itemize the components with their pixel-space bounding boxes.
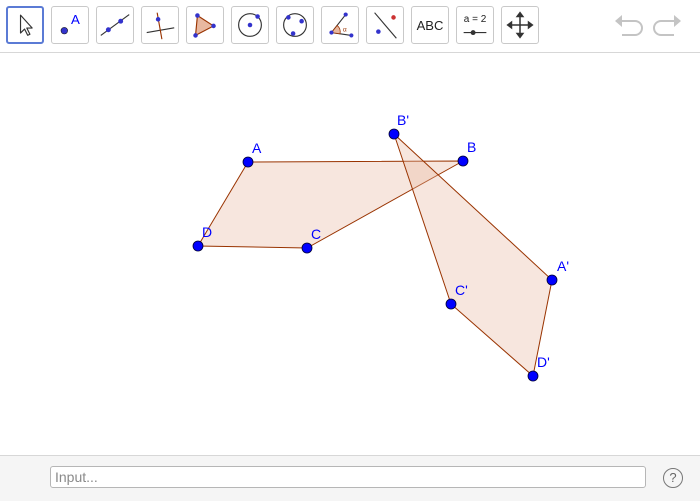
undo-icon[interactable] — [612, 12, 646, 40]
point-a[interactable] — [242, 156, 254, 168]
angle-tool[interactable]: α — [321, 6, 359, 44]
polygon-reflected[interactable] — [393, 133, 553, 377]
circle-center-point-tool[interactable] — [231, 6, 269, 44]
point-a-prime[interactable] — [546, 274, 558, 286]
polygon-tool[interactable] — [186, 6, 224, 44]
redo-icon[interactable] — [650, 12, 684, 40]
move-tool[interactable] — [6, 6, 44, 44]
polygon-icon — [193, 13, 216, 38]
reflect-about-line-tool[interactable] — [366, 6, 404, 44]
circle-three-points-icon — [283, 13, 307, 37]
svg-text:α: α — [343, 27, 347, 34]
label-c-prime: C' — [455, 282, 468, 298]
move-graphics-view-tool[interactable] — [501, 6, 539, 44]
slider-tool[interactable]: a = 2 — [456, 6, 494, 44]
input-field[interactable] — [50, 466, 646, 488]
move-arrows-icon — [506, 11, 534, 39]
point-b-prime[interactable] — [388, 128, 400, 140]
label-b: B — [467, 139, 476, 155]
circle-three-points-tool[interactable] — [276, 6, 314, 44]
text-icon: ABC — [416, 18, 444, 33]
line-tool[interactable] — [96, 6, 134, 44]
perpendicular-line-tool[interactable] — [141, 6, 179, 44]
point-d[interactable] — [192, 240, 204, 252]
point-c[interactable] — [301, 242, 313, 254]
point-b[interactable] — [457, 155, 469, 167]
reflect-line-icon — [374, 12, 397, 39]
label-a-prime: A' — [557, 258, 569, 274]
label-d-prime: D' — [537, 354, 550, 370]
label-a: A — [252, 140, 262, 156]
label-c: C — [311, 226, 321, 242]
help-icon[interactable]: ? — [663, 468, 683, 488]
point-tool-label: A — [71, 12, 80, 27]
toolbar: A α ABC a = 2 — [0, 0, 700, 53]
point-d-prime[interactable] — [527, 370, 539, 382]
line-through-points-icon — [100, 14, 130, 36]
cursor-arrow-icon — [19, 14, 33, 36]
angle-icon: α — [329, 12, 354, 38]
perpendicular-line-icon — [146, 12, 175, 40]
slider-icon — [463, 30, 487, 36]
label-b-prime: B' — [397, 112, 409, 128]
point-icon: A — [60, 12, 80, 35]
label-d: D — [202, 224, 212, 240]
point-tool[interactable]: A — [51, 6, 89, 44]
input-bar: ? — [0, 455, 700, 501]
circle-center-point-icon — [238, 13, 262, 37]
graphics-view[interactable]: A B C D B' A' C' D' — [0, 53, 700, 455]
text-tool[interactable]: ABC — [411, 6, 449, 44]
point-c-prime[interactable] — [445, 298, 457, 310]
